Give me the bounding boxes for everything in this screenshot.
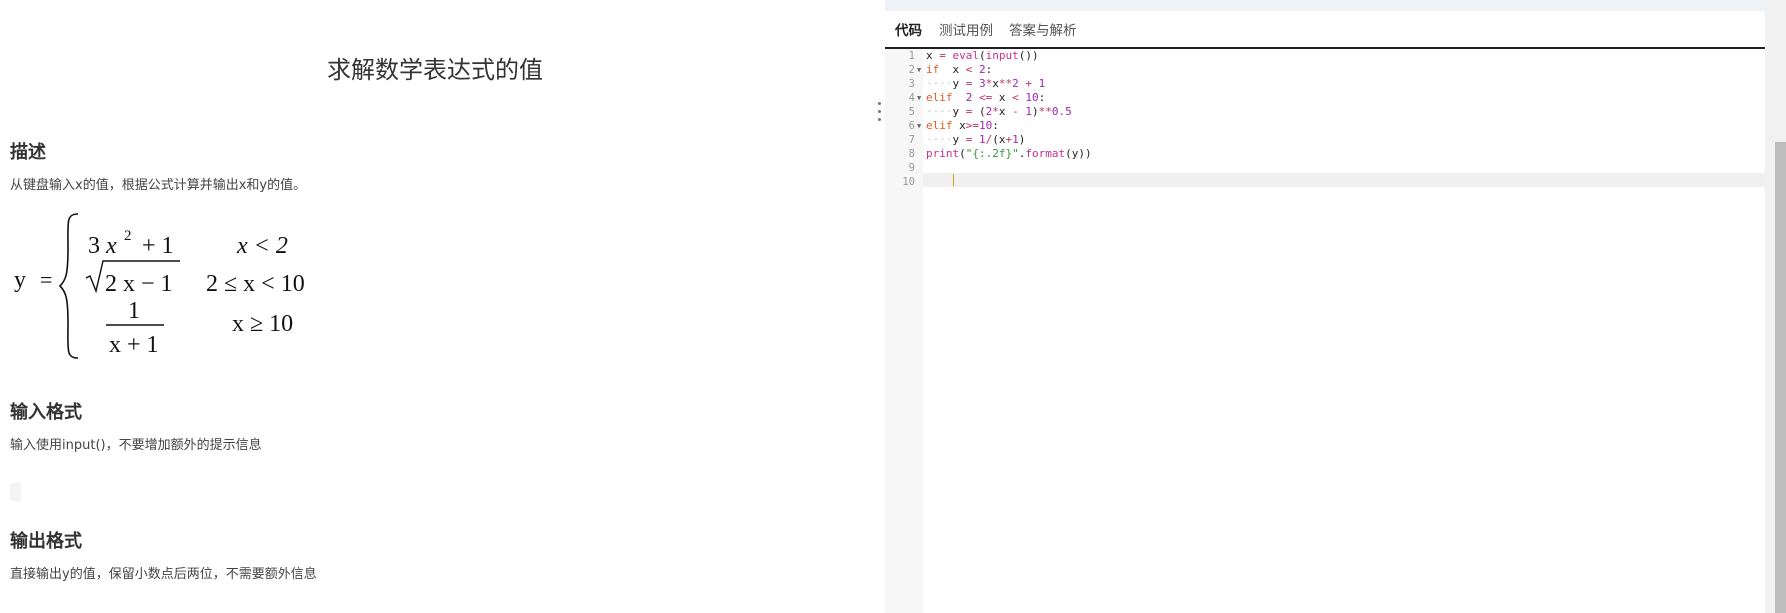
code-line[interactable]: if x < 2: [926,63,992,77]
description-heading: 描述 [10,142,46,163]
line-number: 7 [908,134,915,146]
tab-code[interactable]: 代码 [895,19,922,39]
line-number: 10 [902,176,915,188]
text-cursor [953,174,954,186]
editor-pane: 代码 测试用例 答案与解析 1 2 3 4 5 6 7 8 9 10 ▼ ▼ ▼… [885,0,1765,613]
code-line[interactable]: ····y = 3*x**2 + 1 [926,77,1045,91]
case1-rest: + 1 [142,233,174,259]
case1-cond: x < 2 [236,233,288,259]
case1-exp: 2 [124,228,132,244]
code-line[interactable]: ····y = 1/(x+1) [926,133,1025,147]
description-text: 从键盘输入x的值，根据公式计算并输出x和y的值。 [10,178,307,193]
line-number-gutter: 1 2 3 4 5 6 7 8 9 10 ▼ ▼ ▼ [885,49,923,613]
code-line[interactable]: x = eval(input()) [926,49,1039,63]
line-number: 3 [908,78,915,90]
code-line[interactable]: elif x>=10: [926,119,999,133]
case2-cond: 2 ≤ x < 10 [206,271,305,297]
code-line[interactable]: elif 2 <= x < 10: [926,91,1045,105]
case1-coef: 3 [88,233,100,259]
page-scrollbar-thumb[interactable] [1775,142,1786,613]
tab-answer-analysis[interactable]: 答案与解析 [1009,19,1077,39]
case2-expr: 2 x − 1 [105,271,173,297]
code-line[interactable]: ····y = (2*x - 1)**0.5 [926,105,1072,119]
code-line[interactable]: print("{:.2f}".format(y)) [926,147,1092,161]
line-number: 1 [908,50,915,62]
case3-num: 1 [128,298,140,324]
line-number: 9 [908,162,915,174]
pane-splitter-handle[interactable] [878,102,882,130]
line-number: 6 [908,120,915,132]
line-number: 4 [908,92,915,104]
formula-eq: = [40,267,52,292]
fold-arrow-icon[interactable]: ▼ [917,63,921,77]
input-format-heading: 输入格式 [10,402,82,423]
problem-pane: 求解数学表达式的值 描述 从键盘输入x的值，根据公式计算并输出x和y的值。 y … [0,0,884,613]
formula-brace [58,213,79,359]
case3-den: x + 1 [109,332,159,358]
fold-arrow-icon[interactable]: ▼ [917,119,921,133]
editor-top-strip [885,0,1765,11]
fold-arrow-icon[interactable]: ▼ [917,91,921,105]
line-number: 2 [908,64,915,76]
line-number: 8 [908,148,915,160]
input-format-text: 输入使用input()，不要增加额外的提示信息 [10,438,262,453]
line-number: 5 [908,106,915,118]
output-format-text: 直接输出y的值，保留小数点后两位，不需要额外信息 [10,567,317,582]
page-title: 求解数学表达式的值 [327,56,543,84]
case3-cond: x ≥ 10 [232,311,293,337]
piecewise-formula: y = 3 x 2 + 1 x < 2 2 x − 1 2 ≤ x < 10 1… [14,213,305,359]
formula-lhs: y [14,267,26,293]
code-editor[interactable]: 1 2 3 4 5 6 7 8 9 10 ▼ ▼ ▼ x = eval(inpu… [885,49,1765,613]
tab-test-cases[interactable]: 测试用例 [939,19,993,39]
output-format-heading: 输出格式 [10,531,82,552]
empty-sample-block [10,483,21,501]
case1-var: x [105,233,117,259]
active-line-highlight [923,173,1765,187]
editor-tabs: 代码 测试用例 答案与解析 [885,11,1765,49]
